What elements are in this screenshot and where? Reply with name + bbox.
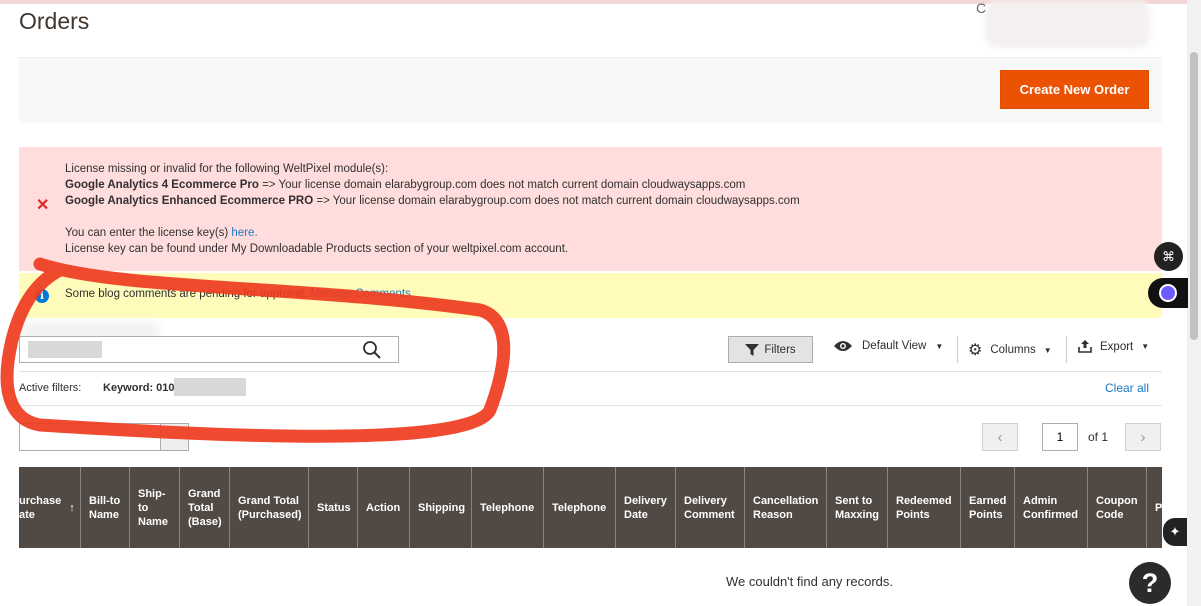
column-header-redeemed-points[interactable]: Redeemed Points [888,467,961,548]
chevron-down-icon: ▼ [935,341,944,351]
manage-comments-link[interactable]: Manage Comments [310,288,410,300]
filters-label: Filters [764,343,796,356]
column-header-grand-total-purchased[interactable]: Grand Total (Purchased) [230,467,309,548]
column-header-telephone[interactable]: Telephone [472,467,544,548]
column-header-cancellation-reason[interactable]: Cancellation Reason [745,467,827,548]
column-header-bill-to-name[interactable]: Bill-to Name [81,467,130,548]
page-title: Orders [19,8,90,34]
toolbar-divider [957,336,958,363]
error-x-icon: ✕ [36,197,50,214]
columns-label: Columns [990,344,1036,356]
column-header-action[interactable]: Action [358,467,410,548]
user-menu-blurred[interactable] [985,0,1150,48]
export-label: Export [1100,340,1134,353]
pager-prev-button[interactable]: ‹ [982,423,1018,451]
default-view-label: Default View [862,340,927,352]
active-filters-label: Active filters: [19,382,82,394]
chevron-left-icon: ‹ [997,428,1003,446]
error-line-module-2: Google Analytics Enhanced Ecommerce PRO … [65,195,800,207]
user-menu-initial[interactable]: C [976,0,986,16]
info-icon: i [35,289,49,303]
eye-icon [834,341,852,351]
sort-up-icon: ↑ [69,501,75,514]
chatbot-icon[interactable] [1148,278,1188,308]
export-dropdown[interactable]: Export ▼ [1078,340,1149,353]
chevron-right-icon: › [1140,428,1146,446]
pager-page-input[interactable] [1042,423,1078,451]
error-message-text: License missing or invalid for the follo… [65,161,800,257]
empty-grid-message: We couldn't find any records. [726,574,893,589]
column-header-admin-confirmed[interactable]: Admin Confirmed [1015,467,1088,548]
search-redaction [28,341,102,358]
column-header-telephone-2[interactable]: Telephone [544,467,616,548]
column-header-status[interactable]: Status [309,467,358,548]
sparkle-icon[interactable]: ✦ [1163,518,1187,546]
column-header-delivery-date[interactable]: Delivery Date [616,467,676,548]
orders-grid-header: urchase ate ↑ Bill-to Name Ship- to Name … [19,467,1162,548]
column-header-shipping[interactable]: Shipping [410,467,472,548]
columns-dropdown[interactable]: ⚙ Columns ▼ [968,340,1052,360]
apps-grid-icon[interactable]: ⌘ [1154,242,1183,271]
gear-icon: ⚙ [968,342,983,359]
column-header-earned-points[interactable]: Earned Points [961,467,1015,548]
filters-button[interactable]: Filters [728,336,813,363]
blog-comments-notice: i Some blog comments are pending for app… [19,273,1162,318]
page-actions-bar [19,57,1162,123]
pager-total-label: of 1 [1088,430,1109,444]
column-header-coupon-code[interactable]: Coupon Code [1088,467,1147,548]
pager-next-button[interactable]: › [1125,423,1161,451]
export-icon [1078,340,1092,353]
create-new-order-button[interactable]: Create New Order [1000,70,1149,109]
default-view-dropdown[interactable]: Default View ▼ [833,340,943,352]
column-header-truncated[interactable]: P [1147,467,1162,548]
column-header-grand-total-base[interactable]: Grand Total (Base) [180,467,230,548]
mass-actions-toggle[interactable] [160,424,188,450]
error-line-found: License key can be found under My Downlo… [65,243,569,255]
toolbar-divider [1066,336,1067,363]
mass-actions-select[interactable] [19,423,189,451]
active-filter-keyword[interactable]: Keyword: 010 [103,382,175,394]
help-question-icon[interactable]: ? [1129,562,1171,604]
license-here-link[interactable]: here. [231,227,257,239]
chevron-down-icon: ▼ [1141,342,1150,351]
chevron-down-icon: ▼ [1043,345,1052,355]
funnel-icon [745,343,760,356]
clear-all-filters-link[interactable]: Clear all [1105,381,1149,395]
keyword-redaction [174,378,246,396]
page-scrollbar[interactable] [1187,0,1201,606]
column-header-ship-to-name[interactable]: Ship- to Name [130,467,180,548]
license-error-message: ✕ License missing or invalid for the fol… [19,147,1162,271]
column-header-sent-to-maxxing[interactable]: Sent to Maxxing [827,467,888,548]
error-line-enter-key: You can enter the license key(s) here. [65,227,258,239]
error-line-1: License missing or invalid for the follo… [65,163,389,175]
error-line-module-1: Google Analytics 4 Ecommerce Pro => Your… [65,179,746,191]
column-header-purchase-date[interactable]: urchase ate ↑ [19,467,81,548]
notice-text: Some blog comments are pending for appro… [65,288,411,300]
column-header-delivery-comment[interactable]: Delivery Comment [676,467,745,548]
scrollbar-thumb[interactable] [1190,52,1198,340]
search-icon[interactable] [362,340,382,360]
